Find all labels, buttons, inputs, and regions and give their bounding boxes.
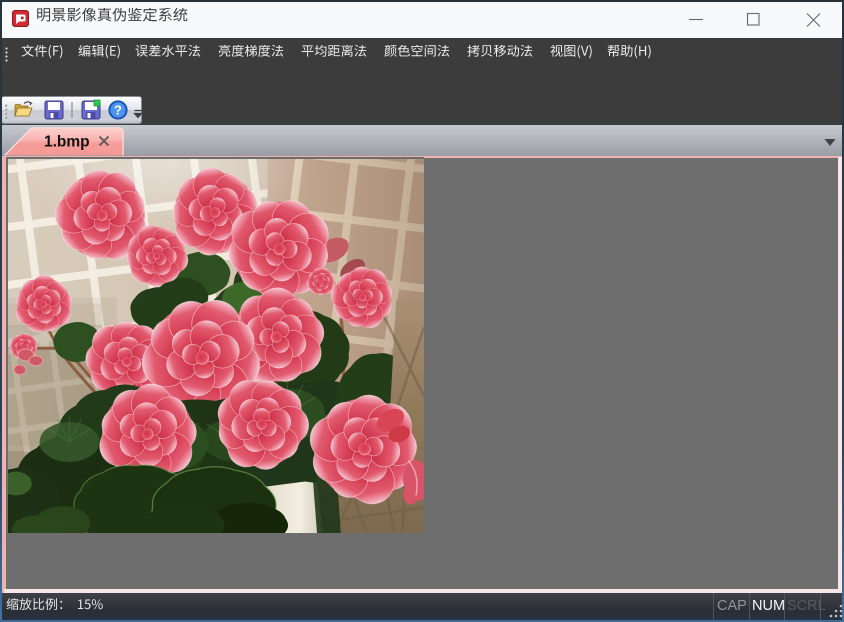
svg-text:1.bmp: 1.bmp <box>44 134 90 151</box>
svg-text:?: ? <box>114 103 122 118</box>
